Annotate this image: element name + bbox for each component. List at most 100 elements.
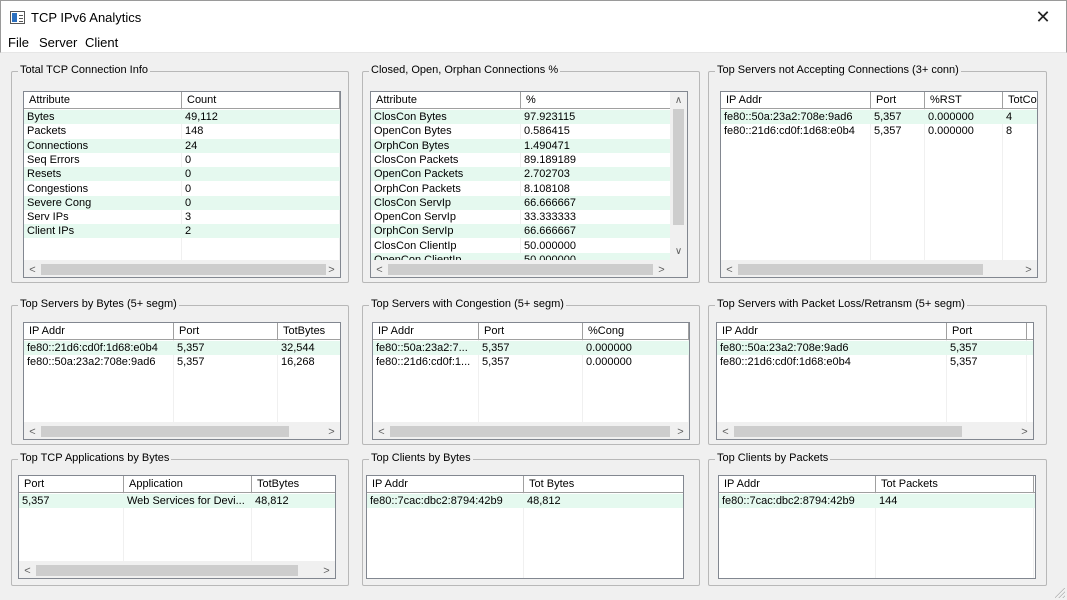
table-row[interactable]: fe80::50a:23a2:708e:9ad6 5,357 16,268	[24, 355, 340, 369]
table-row[interactable]: fe80::21d6:cd0f:1d68:e0b4 5,357 32,544	[24, 341, 340, 355]
table-row[interactable]: ClosCon ClientIp 50.000000	[371, 239, 687, 253]
scroll-left-icon[interactable]: <	[373, 423, 390, 439]
scroll-right-icon[interactable]: >	[318, 562, 335, 578]
table-row[interactable]: Client IPs 2	[24, 224, 340, 239]
table-row[interactable]: fe80::7cac:dbc2:8794:42b9 144	[719, 494, 1035, 508]
horizontal-scrollbar[interactable]: < >	[19, 561, 335, 578]
column-header[interactable]: Port	[479, 323, 583, 340]
list-top-tcp-applications-by-bytes[interactable]: Port Application TotBytes 5,357 Web Services…	[18, 475, 336, 579]
scrollbar-thumb[interactable]	[734, 426, 962, 437]
column-header[interactable]: TotCo	[1003, 92, 1037, 109]
horizontal-scrollbar[interactable]: < >	[721, 260, 1037, 277]
column-header[interactable]: TotBytes	[278, 323, 340, 340]
column-header[interactable]	[1027, 323, 1033, 340]
table-row[interactable]: Serv IPs 3	[24, 210, 340, 224]
scroll-left-icon[interactable]: <	[721, 261, 738, 277]
scrollbar-thumb[interactable]	[388, 264, 653, 275]
scroll-right-icon[interactable]: >	[1020, 261, 1037, 277]
table-row[interactable]: Resets 0	[24, 167, 340, 182]
table-row[interactable]: Seq Errors 0	[24, 153, 340, 167]
table-row[interactable]: 5,357 Web Services for Devi... 48,812	[19, 494, 335, 508]
column-header[interactable]: IP Addr	[717, 323, 947, 340]
scroll-left-icon[interactable]: <	[24, 261, 41, 277]
scroll-left-icon[interactable]: <	[371, 261, 388, 277]
column-header[interactable]: Count	[182, 92, 340, 109]
horizontal-scrollbar[interactable]: < >	[24, 260, 340, 277]
scrollbar-thumb[interactable]	[673, 109, 684, 225]
column-header[interactable]: Application	[124, 476, 252, 493]
horizontal-scrollbar[interactable]: < >	[717, 422, 1033, 439]
column-header[interactable]: Port	[871, 92, 925, 109]
column-header[interactable]: %RST	[925, 92, 1003, 109]
menu-file[interactable]: File	[8, 35, 29, 50]
list-top-clients-by-packets[interactable]: IP Addr Tot Packets fe80::7cac:dbc2:8794:4…	[718, 475, 1036, 579]
column-header[interactable]: TotBytes	[252, 476, 335, 493]
table-row[interactable]: OpenCon Bytes 0.586415	[371, 124, 687, 138]
horizontal-scrollbar[interactable]: < >	[24, 422, 340, 439]
horizontal-scrollbar[interactable]: < >	[371, 260, 670, 277]
scroll-down-icon[interactable]: ∨	[670, 243, 687, 260]
scrollbar-thumb[interactable]	[390, 426, 670, 437]
table-row[interactable]: Bytes 49,112	[24, 110, 340, 124]
table-row[interactable]: Congestions 0	[24, 182, 340, 196]
table-row[interactable]: ClosCon Bytes 97.923115	[371, 110, 687, 124]
list-top-servers-with-packet-loss[interactable]: IP Addr Port fe80::50a:23a2:708e:9ad6 5,357…	[716, 322, 1034, 440]
column-header[interactable]: IP Addr	[719, 476, 876, 493]
scroll-right-icon[interactable]: >	[323, 423, 340, 439]
scrollbar-thumb[interactable]	[41, 426, 289, 437]
list-top-servers-not-accepting[interactable]: IP Addr Port %RST TotCo fe80::50a:23a2:708e:…	[720, 91, 1038, 278]
column-header[interactable]: Port	[947, 323, 1027, 340]
column-header[interactable]: IP Addr	[24, 323, 174, 340]
column-header[interactable]: IP Addr	[373, 323, 479, 340]
column-header[interactable]: IP Addr	[367, 476, 524, 493]
scrollbar-thumb[interactable]	[36, 565, 298, 576]
scroll-right-icon[interactable]: >	[672, 423, 689, 439]
table-row[interactable]: fe80::7cac:dbc2:8794:42b9 48,812	[367, 494, 683, 508]
column-header[interactable]: Attribute	[24, 92, 182, 109]
scroll-left-icon[interactable]: <	[19, 562, 36, 578]
close-button[interactable]: ✕	[1020, 1, 1066, 33]
scroll-up-icon[interactable]: ∧	[670, 92, 687, 109]
table-row[interactable]: Severe Cong 0	[24, 195, 340, 210]
scroll-right-icon[interactable]: >	[653, 261, 670, 277]
table-row[interactable]: fe80::21d6:cd0f:1d68:e0b4 5,357 0.000000 8	[721, 124, 1037, 138]
table-row[interactable]: fe80::50a:23a2:708e:9ad6 5,357 0.000000 4	[721, 110, 1037, 124]
list-top-servers-by-bytes[interactable]: IP Addr Port TotBytes fe80::21d6:cd0f:1d68:…	[23, 322, 341, 440]
scroll-right-icon[interactable]: >	[1016, 423, 1033, 439]
table-row[interactable]: fe80::50a:23a2:7... 5,357 0.000000	[373, 341, 689, 355]
scrollbar-thumb[interactable]	[41, 264, 326, 275]
column-header[interactable]: Tot Bytes	[524, 476, 683, 493]
table-row[interactable]: ClosCon Packets 89.189189	[371, 153, 687, 167]
column-header[interactable]: %	[521, 92, 671, 109]
table-row[interactable]: OrphCon Packets 8.108108	[371, 182, 687, 196]
scroll-left-icon[interactable]: <	[24, 423, 41, 439]
column-header[interactable]: %Cong	[583, 323, 689, 340]
scrollbar-thumb[interactable]	[738, 264, 983, 275]
resize-grip[interactable]	[1055, 588, 1065, 598]
list-top-servers-with-congestion[interactable]: IP Addr Port %Cong fe80::50a:23a2:7... 5,357…	[372, 322, 690, 440]
list-total-tcp-connection-info[interactable]: Attribute Count Bytes 49,112 Packets 148 Conne…	[23, 91, 341, 278]
column-header[interactable]: IP Addr	[721, 92, 871, 109]
list-top-clients-by-bytes[interactable]: IP Addr Tot Bytes fe80::7cac:dbc2:8794:42b…	[366, 475, 684, 579]
column-header[interactable]: Tot Packets	[876, 476, 1034, 493]
table-row[interactable]: Connections 24	[24, 138, 340, 153]
horizontal-scrollbar[interactable]: < >	[373, 422, 689, 439]
table-row[interactable]: fe80::21d6:cd0f:1d68:e0b4 5,357	[717, 355, 1033, 369]
table-row[interactable]: fe80::50a:23a2:708e:9ad6 5,357	[717, 341, 1033, 355]
scroll-left-icon[interactable]: <	[717, 423, 734, 439]
table-row[interactable]: OrphCon ServIp 66.666667	[371, 224, 687, 239]
table-row[interactable]: ClosCon ServIp 66.666667	[371, 195, 687, 210]
table-row[interactable]: OpenCon ServIp 33.333333	[371, 210, 687, 224]
list-closed-open-orphan-connections[interactable]: Attribute% ClosCon Bytes 97.923115 OpenCon …	[370, 91, 688, 278]
vertical-scrollbar[interactable]: ∧ ∨	[670, 92, 687, 260]
table-row[interactable]: OrphCon Bytes 1.490471	[371, 138, 687, 153]
column-header[interactable]: Port	[174, 323, 278, 340]
table-row[interactable]: OpenCon Packets 2.702703	[371, 167, 687, 182]
table-row[interactable]: Packets 148	[24, 124, 340, 138]
table-row[interactable]: fe80::21d6:cd0f:1... 5,357 0.000000	[373, 355, 689, 369]
menu-client[interactable]: Client	[85, 35, 118, 50]
column-header[interactable]: Port	[19, 476, 124, 493]
column-header[interactable]: Attribute	[371, 92, 521, 109]
menu-server[interactable]: Server	[39, 35, 77, 50]
scroll-right-icon[interactable]: >	[323, 261, 340, 277]
